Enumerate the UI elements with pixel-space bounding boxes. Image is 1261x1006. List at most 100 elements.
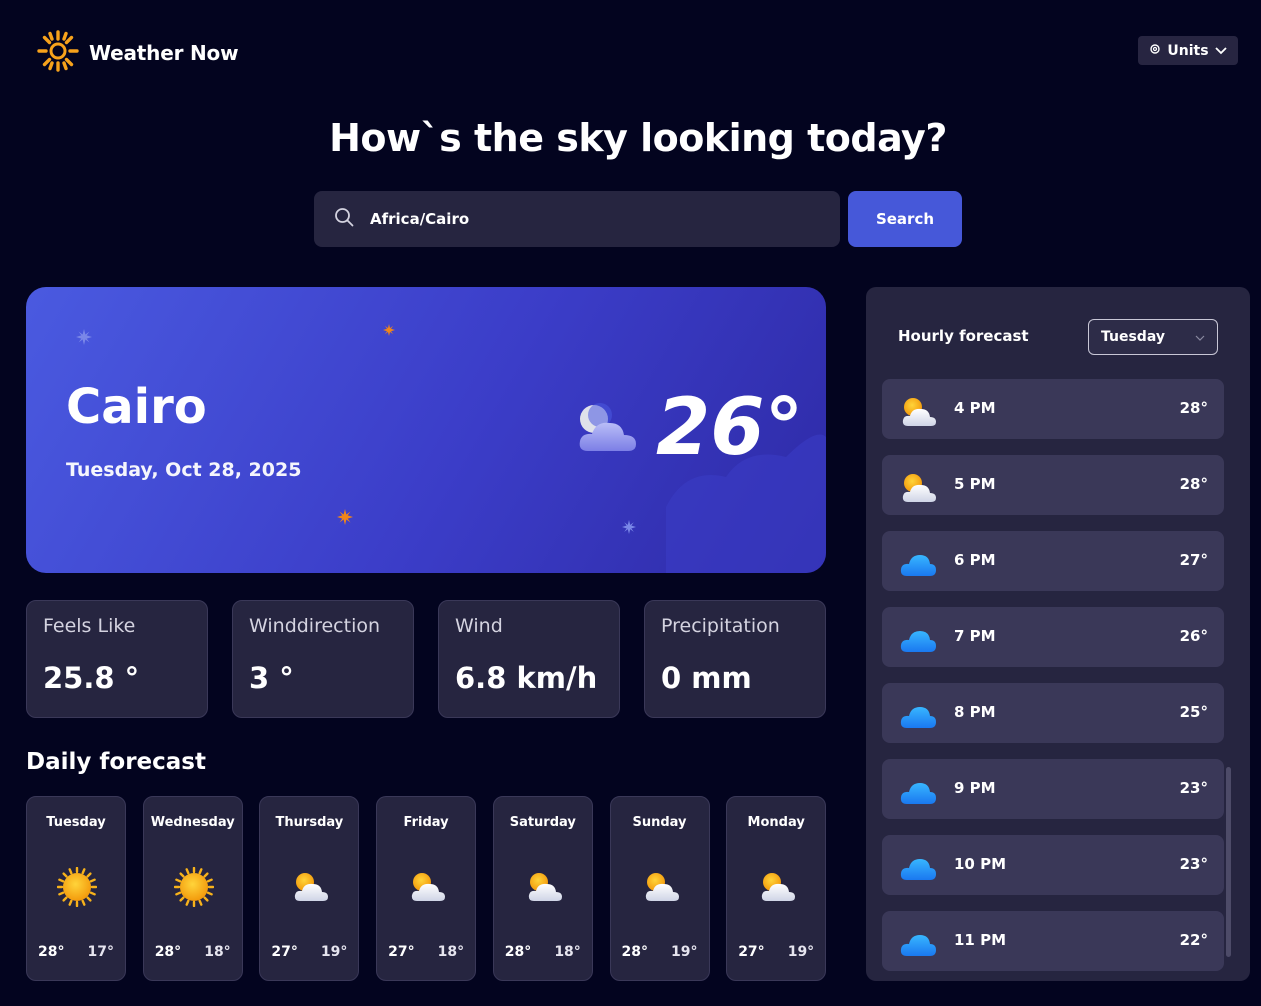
- partly-cloudy-icon: [757, 867, 797, 911]
- hourly-forecast-title: Hourly forecast: [898, 327, 1029, 345]
- day-name: Sunday: [632, 815, 687, 830]
- current-date: Tuesday, Oct 28, 2025: [66, 459, 302, 481]
- hour-time: 5 PM: [954, 475, 996, 493]
- star-decoration-icon: [76, 329, 92, 349]
- hour-time: 6 PM: [954, 551, 996, 569]
- hour-time: 7 PM: [954, 627, 996, 645]
- cloud-icon: [898, 544, 938, 588]
- partly-cloudy-icon: [641, 867, 681, 911]
- hour-time: 9 PM: [954, 779, 996, 797]
- stat-card-precipitation: Precipitation 0 mm: [644, 600, 826, 718]
- page-headline: How`s the sky looking today?: [329, 116, 947, 160]
- star-decoration-icon: [383, 321, 395, 340]
- partly-cloudy-icon: [524, 867, 564, 911]
- stat-value: 3 °: [249, 661, 294, 695]
- partly-cloudy-night-icon: [576, 401, 640, 461]
- hour-time: 4 PM: [954, 399, 996, 417]
- hour-time: 8 PM: [954, 703, 996, 721]
- search-field[interactable]: [314, 191, 840, 247]
- stat-value: 6.8 km/h: [455, 661, 598, 695]
- app-logo[interactable]: Weather Now: [37, 30, 239, 76]
- sun-logo-icon: [37, 30, 79, 76]
- cloud-icon: [898, 848, 938, 892]
- search-input[interactable]: [370, 210, 770, 228]
- stat-card-feels-like: Feels Like 25.8 °: [26, 600, 208, 718]
- sun-icon: [56, 866, 98, 911]
- hourly-row: 7 PM 26°: [882, 607, 1224, 667]
- day-name: Saturday: [509, 815, 576, 830]
- cloud-icon: [898, 772, 938, 816]
- city-name: Cairo: [66, 379, 207, 435]
- hour-time: 11 PM: [954, 931, 1007, 949]
- current-weather-card: Cairo Tuesday, Oct 28, 2025 26°: [26, 287, 826, 573]
- day-name: Tuesday: [46, 815, 106, 830]
- hour-temp: 27°: [1179, 551, 1208, 569]
- cloud-icon: [898, 620, 938, 664]
- hourly-row: 10 PM 23°: [882, 835, 1224, 895]
- hourly-row: 8 PM 25°: [882, 683, 1224, 743]
- search-button[interactable]: Search: [848, 191, 962, 247]
- hour-temp: 23°: [1179, 855, 1208, 873]
- hour-temp: 22°: [1179, 931, 1208, 949]
- hourly-row: 6 PM 27°: [882, 531, 1224, 591]
- day-low-temp: 19°: [787, 944, 815, 960]
- sun-icon: [173, 866, 214, 911]
- units-label: Units: [1167, 42, 1209, 59]
- stat-label: Precipitation: [661, 615, 780, 637]
- units-dropdown-button[interactable]: Units: [1138, 36, 1238, 65]
- chevron-down-icon: [1195, 329, 1205, 345]
- day-high-temp: 27°: [271, 944, 298, 960]
- gear-icon: [1149, 43, 1161, 59]
- day-low-temp: 18°: [204, 944, 231, 960]
- hour-temp: 28°: [1179, 399, 1208, 417]
- day-high-temp: 27°: [388, 944, 415, 960]
- day-low-temp: 19°: [671, 944, 698, 960]
- daily-forecast-card: Wednesday 28° 18°: [142, 796, 243, 981]
- hourly-row: 4 PM 28°: [882, 379, 1224, 439]
- daily-forecast-card: Sunday 28° 19°: [609, 796, 710, 981]
- partly-cloudy-icon: [898, 392, 938, 436]
- stat-value: 0 mm: [661, 661, 752, 695]
- search-icon: [334, 207, 354, 231]
- hourly-day-select[interactable]: Tuesday: [1088, 319, 1218, 355]
- stat-label: Feels Like: [43, 615, 136, 637]
- day-high-temp: 28°: [154, 944, 182, 960]
- selected-day-label: Tuesday: [1101, 329, 1165, 345]
- hourly-row: 11 PM 22°: [882, 911, 1224, 971]
- partly-cloudy-icon: [290, 867, 330, 911]
- partly-cloudy-icon: [407, 867, 447, 911]
- hourly-scrollbar[interactable]: [1226, 767, 1231, 957]
- daily-forecast-card: Friday 27° 18°: [376, 796, 477, 981]
- day-high-temp: 28°: [38, 944, 65, 960]
- partly-cloudy-icon: [898, 468, 938, 512]
- hour-time: 10 PM: [954, 855, 1007, 873]
- hourly-row: 9 PM 23°: [882, 759, 1224, 819]
- hour-temp: 25°: [1179, 703, 1208, 721]
- stat-card-wind-direction: Winddirection 3 °: [232, 600, 414, 718]
- day-name: Monday: [747, 815, 805, 830]
- hour-temp: 28°: [1179, 475, 1208, 493]
- day-low-temp: 18°: [437, 944, 465, 960]
- chevron-down-icon: [1214, 43, 1227, 59]
- day-high-temp: 27°: [738, 944, 765, 960]
- day-name: Thursday: [275, 815, 344, 830]
- daily-forecast-card: Tuesday 28° 17°: [26, 796, 126, 981]
- star-decoration-icon: [337, 509, 353, 529]
- app-title: Weather Now: [89, 41, 239, 65]
- hour-temp: 26°: [1179, 627, 1208, 645]
- day-high-temp: 28°: [504, 944, 532, 960]
- day-name: Wednesday: [150, 815, 235, 830]
- current-temperature: 26°: [656, 383, 804, 473]
- day-low-temp: 18°: [554, 944, 581, 960]
- star-decoration-icon: [622, 519, 636, 538]
- cloud-icon: [898, 696, 938, 740]
- day-low-temp: 17°: [87, 944, 114, 960]
- hourly-forecast-panel: Hourly forecast Tuesday 4 PM 28° 5 PM 28…: [866, 287, 1250, 981]
- cloud-icon: [898, 924, 938, 968]
- day-high-temp: 28°: [621, 944, 648, 960]
- stat-label: Winddirection: [249, 615, 381, 637]
- hourly-row: 5 PM 28°: [882, 455, 1224, 515]
- daily-forecast-card: Monday 27° 19°: [726, 796, 827, 981]
- stat-card-wind: Wind 6.8 km/h: [438, 600, 620, 718]
- daily-forecast-card: Saturday 28° 18°: [492, 796, 593, 981]
